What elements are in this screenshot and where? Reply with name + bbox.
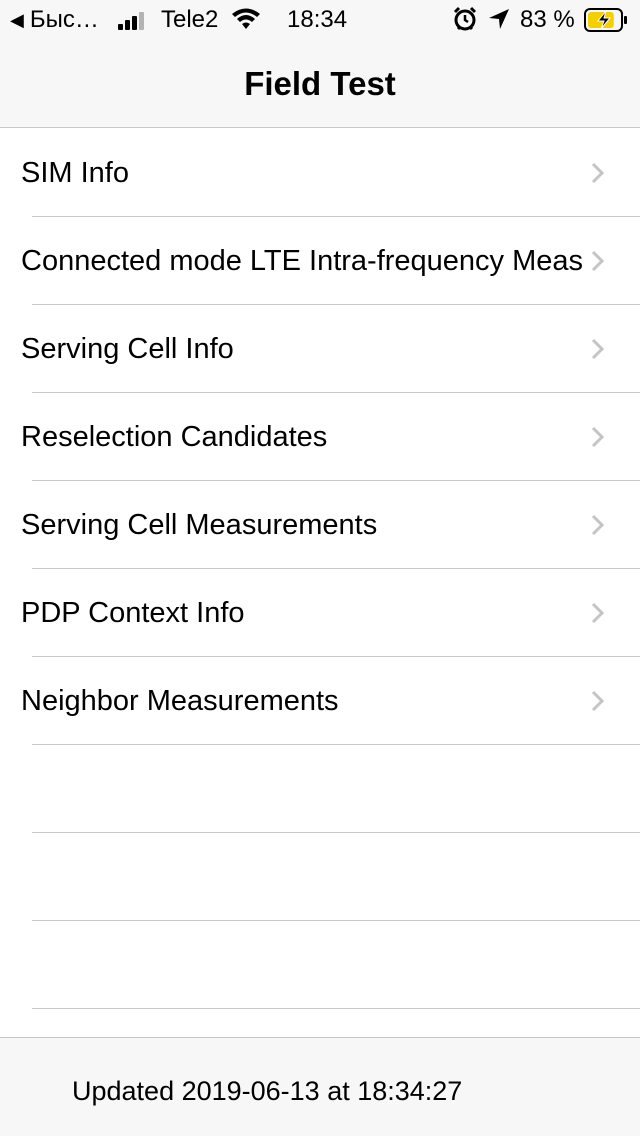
chevron-right-icon bbox=[591, 162, 605, 184]
empty-row bbox=[0, 921, 640, 1009]
signal-icon bbox=[118, 10, 146, 30]
list-item-label: SIM Info bbox=[21, 157, 129, 189]
menu-list: SIM Info Connected mode LTE Intra-freque… bbox=[0, 129, 640, 1009]
separator bbox=[32, 920, 640, 921]
list-item-serving-cell-measurements[interactable]: Serving Cell Measurements bbox=[0, 481, 640, 569]
chevron-right-icon bbox=[591, 690, 605, 712]
back-to-app-button[interactable]: ◀ Быс… bbox=[10, 6, 99, 34]
list-item-label: Serving Cell Info bbox=[21, 333, 234, 365]
chevron-right-icon bbox=[591, 426, 605, 448]
carrier-name: Tele2 bbox=[161, 6, 219, 33]
separator bbox=[32, 744, 640, 745]
list-item-label: Neighbor Measurements bbox=[21, 685, 339, 717]
location-arrow-icon bbox=[487, 7, 511, 38]
wifi-icon bbox=[230, 7, 262, 38]
alarm-icon bbox=[452, 6, 478, 39]
page-title: Field Test bbox=[244, 64, 396, 102]
chevron-right-icon bbox=[591, 250, 605, 272]
chevron-right-icon bbox=[591, 514, 605, 536]
list-item-lte-intra-frequency[interactable]: Connected mode LTE Intra-frequency Meas bbox=[0, 217, 640, 305]
list-item-label: Connected mode LTE Intra-frequency Meas bbox=[21, 245, 584, 277]
navigation-bar: Field Test bbox=[0, 40, 640, 128]
updated-timestamp: Updated 2019-06-13 at 18:34:27 bbox=[72, 1076, 463, 1106]
list-item-label: Serving Cell Measurements bbox=[21, 509, 378, 541]
empty-row bbox=[0, 833, 640, 921]
list-item-label: PDP Context Info bbox=[21, 597, 245, 629]
chevron-right-icon bbox=[591, 602, 605, 624]
footer-toolbar: Updated 2019-06-13 at 18:34:27 bbox=[0, 1037, 640, 1136]
status-bar: ◀ Быс… Tele2 18:34 83 % bbox=[0, 0, 640, 40]
separator bbox=[32, 832, 640, 833]
battery-charging-icon bbox=[584, 8, 628, 32]
back-arrow-icon: ◀ bbox=[10, 9, 24, 30]
back-app-label: Быс… bbox=[29, 6, 99, 33]
list-item-neighbor-measurements[interactable]: Neighbor Measurements bbox=[0, 657, 640, 745]
list-item-reselection-candidates[interactable]: Reselection Candidates bbox=[0, 393, 640, 481]
empty-row bbox=[0, 745, 640, 833]
list-item-serving-cell-info[interactable]: Serving Cell Info bbox=[0, 305, 640, 393]
list-item-label: Reselection Candidates bbox=[21, 421, 328, 453]
status-time: 18:34 bbox=[287, 6, 348, 33]
separator bbox=[32, 1008, 640, 1009]
chevron-right-icon bbox=[591, 338, 605, 360]
battery-percent: 83 % bbox=[520, 6, 575, 33]
list-item-pdp-context-info[interactable]: PDP Context Info bbox=[0, 569, 640, 657]
list-item-sim-info[interactable]: SIM Info bbox=[0, 129, 640, 217]
